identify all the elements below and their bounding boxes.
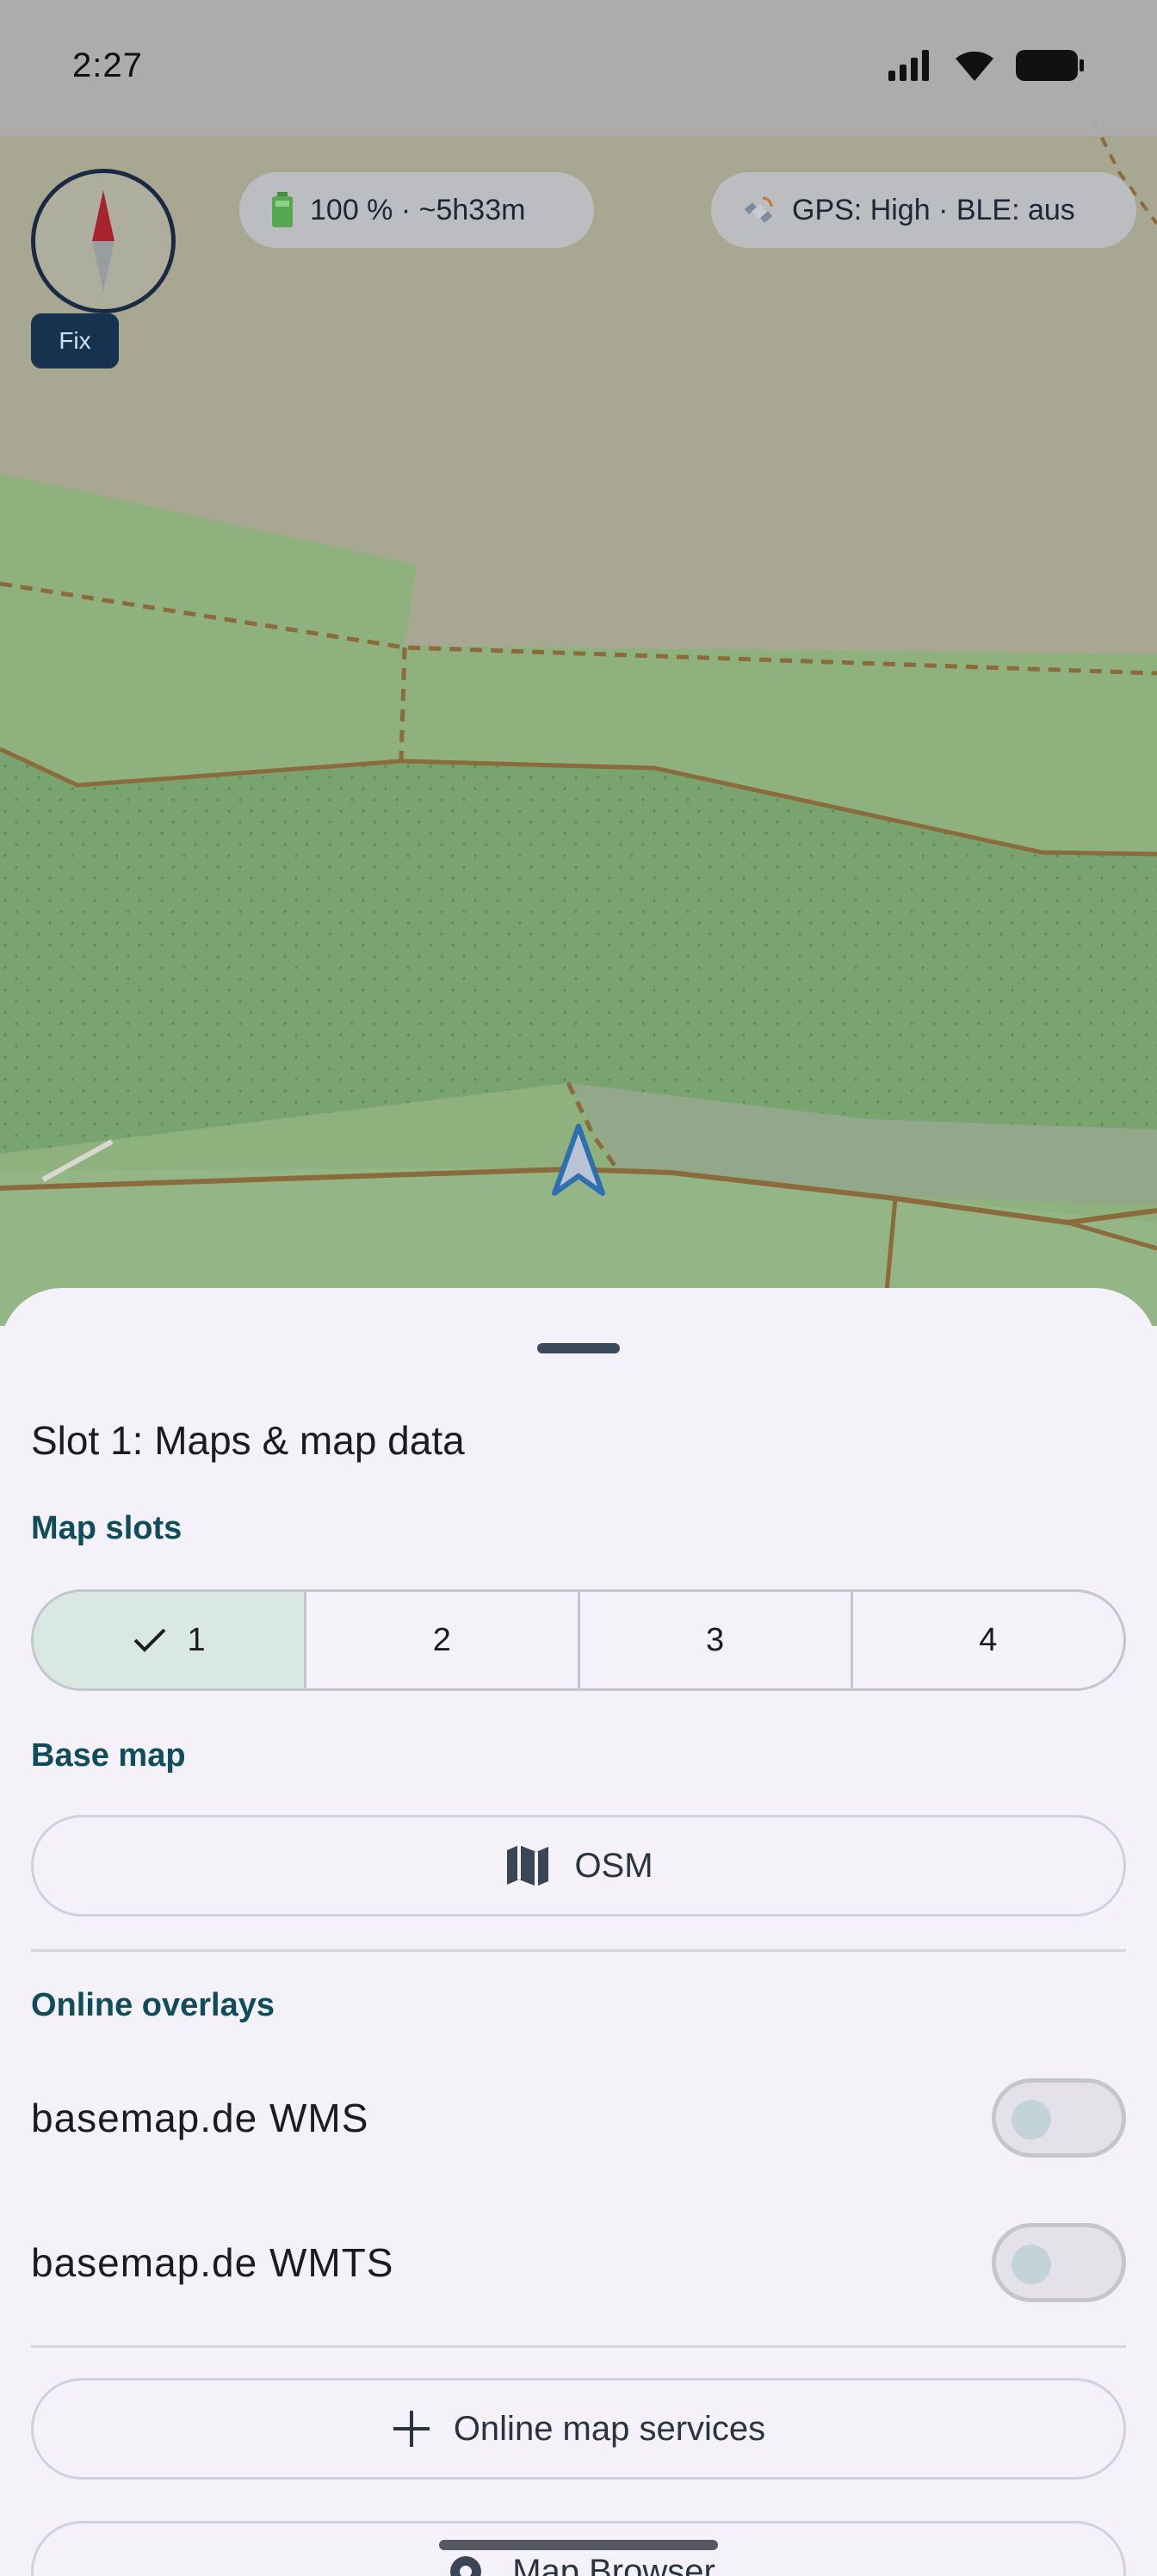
map-browser-label: Map Browser: [512, 2552, 715, 2576]
divider: [31, 1949, 1126, 1952]
wifi-icon: [956, 51, 993, 81]
base-map-button[interactable]: OSM: [31, 1815, 1126, 1917]
status-time: 2:27: [72, 46, 143, 84]
gesture-navigation-bar[interactable]: [439, 2540, 718, 2550]
base-map-label: Base map: [31, 1737, 186, 1774]
battery-text: 100 % · ~5h33m: [310, 193, 526, 226]
compass-button[interactable]: [31, 169, 176, 313]
gps-fix-badge: Fix: [31, 313, 119, 368]
map-slots-label: Map slots: [31, 1510, 183, 1546]
overlay-toggle[interactable]: [992, 2078, 1126, 2158]
slot-label: 2: [432, 1621, 451, 1658]
slot-button-1[interactable]: 1: [34, 1592, 307, 1688]
online-overlays-label: Online overlays: [31, 1987, 275, 2023]
overlay-name: basemap.de WMS: [31, 2096, 369, 2140]
overlay-row: basemap.de WMS: [31, 2075, 1126, 2161]
battery-icon: [272, 192, 293, 227]
battery-pill: 100 % · ~5h33m: [239, 172, 594, 248]
check-icon: [133, 1628, 165, 1652]
plus-icon: [393, 2411, 430, 2447]
status-bar: 2:27: [0, 0, 1157, 136]
overlay-toggle[interactable]: [992, 2223, 1126, 2302]
map-view[interactable]: 2:27 Fix 100 % · ~5h33m GPS: High · BLE:…: [0, 0, 1157, 1326]
slot-button-2[interactable]: 2: [306, 1592, 580, 1688]
battery-status-icon: [1016, 50, 1084, 81]
slot-button-4[interactable]: 4: [853, 1592, 1123, 1688]
sheet-title: Slot 1: Maps & map data: [31, 1418, 465, 1463]
gps-pill: GPS: High · BLE: aus: [711, 172, 1136, 248]
map-icon: [507, 1845, 549, 1886]
overlay-name: basemap.de WMTS: [31, 2240, 394, 2285]
online-map-services-button[interactable]: Online map services: [31, 2378, 1126, 2480]
overlay-row: basemap.de WMTS: [31, 2220, 1126, 2306]
slot-label: 3: [706, 1621, 725, 1658]
base-map-value: OSM: [574, 1846, 653, 1885]
compass-icon: [92, 190, 114, 292]
slot-label: 4: [979, 1621, 998, 1658]
bottom-sheet: Slot 1: Maps & map data Map slots 1 2 3 …: [0, 1288, 1157, 2576]
gear-icon: [450, 2556, 482, 2576]
map-slot-selector: 1 2 3 4: [31, 1589, 1126, 1691]
sheet-drag-handle[interactable]: [537, 1343, 620, 1353]
system-icons: [888, 48, 1085, 83]
signal-icon: [888, 50, 929, 81]
slot-label: 1: [187, 1621, 206, 1658]
online-map-services-label: Online map services: [453, 2409, 766, 2448]
satellite-icon: [744, 196, 773, 223]
slot-button-3[interactable]: 3: [580, 1592, 853, 1688]
divider: [31, 2345, 1126, 2348]
gps-text: GPS: High · BLE: aus: [792, 193, 1075, 226]
